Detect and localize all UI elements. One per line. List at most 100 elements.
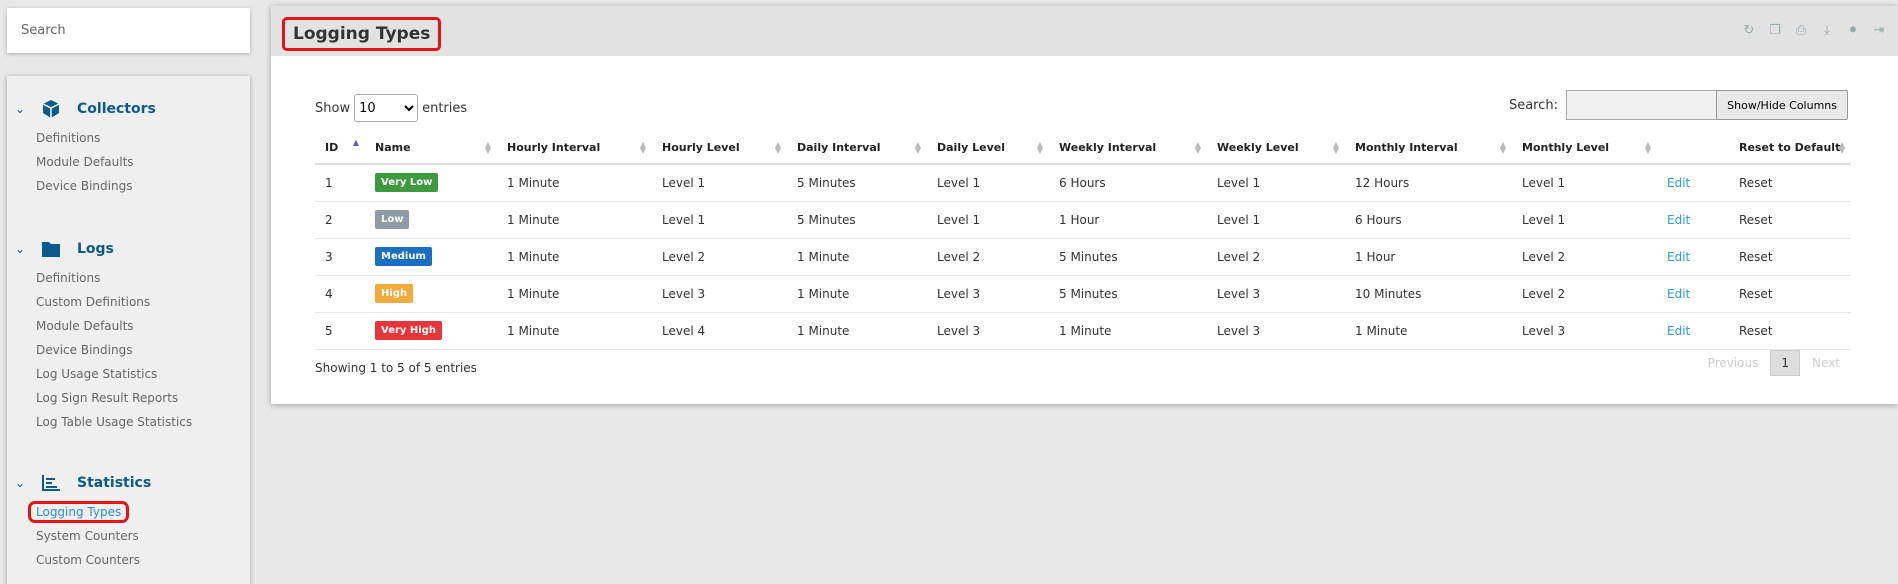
logging-type-badge: Medium [375, 247, 432, 266]
edit-link[interactable]: Edit [1667, 324, 1690, 338]
cell-value: Level 2 [662, 249, 706, 264]
reset-link[interactable]: Reset [1739, 250, 1773, 264]
cell-daily-interval: 1 Minute [787, 312, 927, 350]
cell-value: Level 1 [1522, 175, 1566, 190]
sidebar-item-log-table-usage-statistics[interactable]: Log Table Usage Statistics [7, 410, 250, 434]
cell-daily-level: Level 3 [927, 312, 1049, 350]
refresh-icon[interactable]: ↻ [1740, 23, 1758, 39]
sidebar-item-label: Module Defaults [36, 319, 134, 333]
sidebar-item-log-sign-result-reports[interactable]: Log Sign Result Reports [7, 386, 250, 410]
sidebar-item-collectors-definitions[interactable]: Definitions [7, 126, 250, 150]
next-page-button[interactable]: Next [1812, 356, 1840, 370]
cell-weekly-level: Level 1 [1207, 164, 1345, 202]
sidebar-item-custom-counters[interactable]: Custom Counters [7, 548, 250, 572]
cell-value: Level 3 [937, 286, 981, 301]
sidebar-search-input[interactable] [7, 8, 250, 53]
sidebar-item-collectors-device-bindings[interactable]: Device Bindings [7, 174, 250, 198]
sidebar-item-label: Definitions [36, 271, 101, 285]
cell-name: Low [365, 201, 497, 239]
cell-value: 1 Minute [797, 249, 850, 264]
cell-hourly-interval: 1 Minute [497, 312, 652, 350]
column-header-edit [1657, 132, 1729, 165]
column-header-hourly-level[interactable]: Hourly Level ▲ ▼ [652, 132, 787, 165]
panel-toolbar: ↻ ❐ ⎙ ⤓ ⚫ ⇥ [1740, 23, 1888, 39]
section-header-statistics[interactable]: ⌄ Statistics [7, 470, 250, 496]
cell-value: 10 Minutes [1355, 286, 1422, 301]
previous-page-button[interactable]: Previous [1708, 356, 1759, 370]
cell-monthly-level: Level 1 [1512, 201, 1657, 239]
section-header-collectors[interactable]: ⌄ Collectors [7, 96, 250, 122]
toggle-icon[interactable]: ⚫ [1844, 23, 1862, 39]
column-header-daily-interval[interactable]: Daily Interval ▲ ▼ [787, 132, 927, 165]
column-header-monthly-interval[interactable]: Monthly Interval ▲ ▼ [1345, 132, 1512, 165]
column-header-id[interactable]: ID ▲ [315, 132, 365, 165]
column-header-reset-to-default[interactable]: Reset to Default ▲ ▼ [1729, 132, 1851, 165]
sidebar-item-logging-types[interactable]: Logging Types [7, 500, 250, 524]
cell-hourly-level: Level 2 [652, 238, 787, 276]
page-length-select[interactable]: 10 [354, 94, 419, 122]
table-search: Search: [1509, 90, 1718, 120]
column-header-weekly-level[interactable]: Weekly Level ▲ ▼ [1207, 132, 1345, 165]
cell-value: Level 3 [1522, 323, 1566, 338]
cell-reset: Reset [1729, 238, 1851, 276]
column-header-monthly-level[interactable]: Monthly Level ▲ ▼ [1512, 132, 1657, 165]
cell-id: 2 [315, 201, 365, 239]
table-search-input[interactable] [1566, 90, 1718, 120]
show-hide-columns-button[interactable]: Show/Hide Columns [1716, 90, 1848, 120]
reset-link[interactable]: Reset [1739, 324, 1773, 338]
copy-icon[interactable]: ❐ [1766, 23, 1784, 39]
cell-monthly-level: Level 1 [1512, 164, 1657, 202]
reset-link[interactable]: Reset [1739, 287, 1773, 301]
reset-link[interactable]: Reset [1739, 213, 1773, 227]
sidebar-item-logs-module-defaults[interactable]: Module Defaults [7, 314, 250, 338]
column-header-daily-level[interactable]: Daily Level ▲ ▼ [927, 132, 1049, 165]
cell-value: 1 Minute [507, 212, 560, 227]
sidebar-item-logs-device-bindings[interactable]: Device Bindings [7, 338, 250, 362]
logging-types-panel: Logging Types ↻ ❐ ⎙ ⤓ ⚫ ⇥ Show 10 entrie… [271, 6, 1898, 404]
cell-value: Level 2 [937, 249, 981, 264]
cell-name: Very High [365, 312, 497, 350]
download-icon[interactable]: ⤓ [1818, 23, 1836, 39]
sidebar-item-logs-definitions[interactable]: Definitions [7, 266, 250, 290]
section-header-logs[interactable]: ⌄ Logs [7, 236, 250, 262]
column-label: Hourly Interval [507, 141, 601, 154]
cell-value: 1 Minute [507, 286, 560, 301]
sidebar-item-collectors-module-defaults[interactable]: Module Defaults [7, 150, 250, 174]
sort-icon: ▲ ▼ [1644, 140, 1651, 155]
cell-value: 5 [325, 323, 333, 338]
cell-daily-interval: 5 Minutes [787, 201, 927, 239]
page-1-button[interactable]: 1 [1770, 350, 1801, 376]
cell-value: 4 [325, 286, 333, 301]
edit-link[interactable]: Edit [1667, 176, 1690, 190]
edit-link[interactable]: Edit [1667, 250, 1690, 264]
cell-value: Level 1 [662, 212, 706, 227]
reset-link[interactable]: Reset [1739, 176, 1773, 190]
column-header-hourly-interval[interactable]: Hourly Interval ▲ ▼ [497, 132, 652, 165]
cell-value: 1 Hour [1059, 212, 1100, 227]
cell-weekly-interval: 1 Hour [1049, 201, 1207, 239]
column-header-name[interactable]: Name ▲ ▼ [365, 132, 497, 165]
section-title-statistics: Statistics [77, 475, 152, 491]
cell-hourly-interval: 1 Minute [497, 275, 652, 313]
edit-link[interactable]: Edit [1667, 213, 1690, 227]
cell-value: 1 Minute [797, 323, 850, 338]
column-label: Monthly Level [1522, 141, 1610, 154]
cell-value: Level 1 [1522, 212, 1566, 227]
sidebar-item-system-counters[interactable]: System Counters [7, 524, 250, 548]
cell-value: 6 Hours [1059, 175, 1106, 190]
table-row: 2 Low 1 Minute Level 1 5 Minutes Level 1 1 Hou… [315, 201, 1851, 239]
column-header-weekly-interval[interactable]: Weekly Interval ▲ ▼ [1049, 132, 1207, 165]
sort-icon: ▲ ▼ [914, 140, 921, 155]
cell-edit: Edit [1657, 238, 1729, 276]
sidebar-item-label: Device Bindings [36, 343, 133, 357]
page-title: Logging Types [282, 17, 442, 51]
pin-icon[interactable]: ⇥ [1870, 23, 1888, 39]
cell-value: 5 Minutes [1059, 249, 1118, 264]
sidebar-item-log-usage-statistics[interactable]: Log Usage Statistics [7, 362, 250, 386]
print-icon[interactable]: ⎙ [1792, 23, 1810, 39]
edit-link[interactable]: Edit [1667, 287, 1690, 301]
sort-icon: ▲ ▼ [1332, 140, 1339, 155]
show-label: Show [315, 100, 351, 116]
cell-value: 1 Hour [1355, 249, 1396, 264]
sidebar-item-logs-custom-definitions[interactable]: Custom Definitions [7, 290, 250, 314]
